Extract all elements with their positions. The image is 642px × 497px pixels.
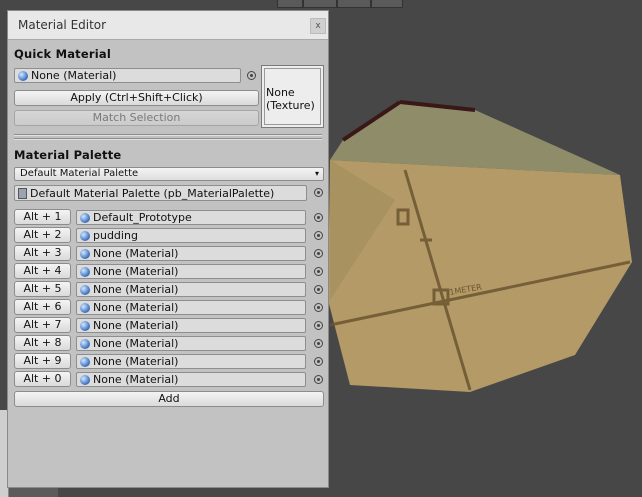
- texture-preview[interactable]: None (Texture): [261, 65, 324, 128]
- material-editor-window: Material Editor x Quick Material None (M…: [7, 10, 329, 488]
- palette-material-field[interactable]: None (Material): [76, 336, 306, 351]
- add-button[interactable]: Add: [14, 391, 324, 407]
- window-titlebar[interactable]: Material Editor x: [8, 11, 328, 40]
- material-sphere-icon: [80, 248, 90, 259]
- palette-material-field[interactable]: pudding: [76, 228, 306, 243]
- palette-material-field[interactable]: None (Material): [76, 264, 306, 279]
- divider: [14, 134, 322, 136]
- match-selection-button[interactable]: Match Selection: [14, 110, 259, 126]
- palette-material-value: None (Material): [93, 247, 179, 260]
- material-sphere-icon: [80, 284, 90, 295]
- object-picker-icon[interactable]: [314, 303, 323, 312]
- material-palette-heading: Material Palette: [14, 148, 122, 162]
- palette-material-value: pudding: [93, 229, 138, 242]
- palette-material-value: None (Material): [93, 337, 179, 350]
- texture-none-label: None: [266, 86, 295, 99]
- palette-material-field[interactable]: None (Material): [76, 318, 306, 333]
- palette-material-value: None (Material): [93, 319, 179, 332]
- material-sphere-icon: [80, 356, 90, 367]
- object-picker-icon[interactable]: [247, 71, 256, 80]
- material-sphere-icon: [80, 212, 90, 223]
- palette-asset-field[interactable]: Default Material Palette (pb_MaterialPal…: [14, 185, 307, 201]
- shortcut-button[interactable]: Alt + 5: [14, 281, 71, 297]
- shortcut-button[interactable]: Alt + 8: [14, 335, 71, 351]
- object-picker-icon[interactable]: [314, 321, 323, 330]
- palette-dropdown[interactable]: Default Material Palette ▾: [14, 167, 324, 181]
- palette-material-value: None (Material): [93, 373, 179, 386]
- material-sphere-icon: [18, 70, 28, 81]
- palette-material-field[interactable]: None (Material): [76, 282, 306, 297]
- palette-material-field[interactable]: None (Material): [76, 354, 306, 369]
- window-title: Material Editor: [18, 18, 107, 32]
- texture-preview-inner: None (Texture): [264, 68, 321, 125]
- shortcut-button[interactable]: Alt + 3: [14, 245, 71, 261]
- file-icon: [18, 187, 27, 199]
- object-picker-icon[interactable]: [314, 339, 323, 348]
- object-picker-icon[interactable]: [314, 188, 323, 197]
- shortcut-button[interactable]: Alt + 1: [14, 209, 71, 225]
- palette-material-field[interactable]: Default_Prototype: [76, 210, 306, 225]
- scene-toolbar-button[interactable]: [337, 0, 371, 8]
- palette-material-value: None (Material): [93, 283, 179, 296]
- quick-material-heading: Quick Material: [14, 47, 111, 61]
- material-sphere-icon: [80, 320, 90, 331]
- palette-material-value: Default_Prototype: [93, 211, 192, 224]
- object-picker-icon[interactable]: [314, 285, 323, 294]
- texture-type-label: (Texture): [266, 99, 315, 112]
- palette-material-value: None (Material): [93, 355, 179, 368]
- scene-toolbar-button[interactable]: [303, 0, 337, 8]
- object-picker-icon[interactable]: [314, 267, 323, 276]
- material-sphere-icon: [80, 230, 90, 241]
- palette-dropdown-value: Default Material Palette: [20, 168, 139, 179]
- shortcut-button[interactable]: Alt + 2: [14, 227, 71, 243]
- palette-asset-value: Default Material Palette (pb_MaterialPal…: [30, 186, 275, 200]
- palette-material-field[interactable]: None (Material): [76, 246, 306, 261]
- palette-material-value: None (Material): [93, 301, 179, 314]
- palette-material-value: None (Material): [93, 265, 179, 278]
- shortcut-button[interactable]: Alt + 0: [14, 371, 71, 387]
- object-picker-icon[interactable]: [314, 357, 323, 366]
- material-sphere-icon: [80, 338, 90, 349]
- quick-material-field[interactable]: None (Material): [14, 68, 241, 83]
- shortcut-button[interactable]: Alt + 4: [14, 263, 71, 279]
- palette-material-field[interactable]: None (Material): [76, 372, 306, 387]
- scene-toolbar-button[interactable]: [371, 0, 403, 8]
- object-picker-icon[interactable]: [314, 375, 323, 384]
- shortcut-button[interactable]: Alt + 6: [14, 299, 71, 315]
- dropdown-arrow-icon: ▾: [314, 169, 319, 178]
- shortcut-button[interactable]: Alt + 7: [14, 317, 71, 333]
- object-picker-icon[interactable]: [314, 213, 323, 222]
- object-picker-icon[interactable]: [314, 249, 323, 258]
- object-picker-icon[interactable]: [314, 231, 323, 240]
- scene-toolbar-button[interactable]: [277, 0, 303, 8]
- apply-button[interactable]: Apply (Ctrl+Shift+Click): [14, 90, 259, 106]
- material-sphere-icon: [80, 374, 90, 385]
- palette-material-field[interactable]: None (Material): [76, 300, 306, 315]
- material-sphere-icon: [80, 266, 90, 277]
- close-icon[interactable]: x: [310, 18, 326, 34]
- shortcut-button[interactable]: Alt + 9: [14, 353, 71, 369]
- quick-material-value: None (Material): [31, 69, 117, 82]
- divider: [14, 138, 322, 140]
- material-sphere-icon: [80, 302, 90, 313]
